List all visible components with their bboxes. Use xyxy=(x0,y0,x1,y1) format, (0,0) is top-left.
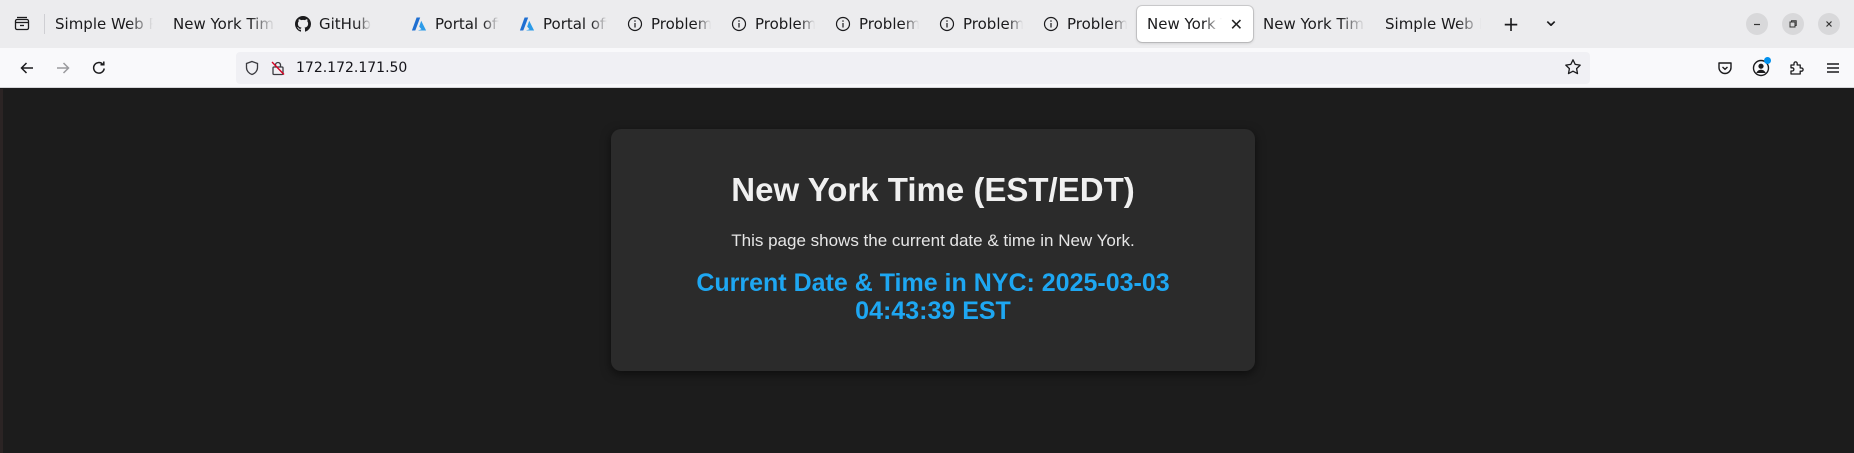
tab-label: Problem loa xyxy=(1067,15,1127,33)
toolbar-actions xyxy=(1712,48,1846,88)
back-button[interactable] xyxy=(12,53,42,83)
azure-icon xyxy=(411,16,427,32)
info-icon xyxy=(731,16,747,32)
time-card: New York Time (EST/EDT) This page shows … xyxy=(611,129,1255,371)
chevron-down-icon: ⌄ xyxy=(1542,7,1560,31)
arrow-left-icon xyxy=(20,61,33,74)
info-icon xyxy=(627,16,643,32)
tab-new-york-time-active[interactable]: New York Tim ✕ xyxy=(1137,6,1253,42)
tab-label: Problem loa xyxy=(859,15,919,33)
tab-problem-loading[interactable]: Problem loa xyxy=(929,6,1033,42)
plus-icon: + xyxy=(1502,12,1520,36)
pocket-icon xyxy=(1718,62,1732,75)
tab-label: Problem loa xyxy=(963,15,1023,33)
forward-button[interactable] xyxy=(48,53,78,83)
tab-problem-loading[interactable]: Problem loa xyxy=(825,6,929,42)
restore-button[interactable] xyxy=(1782,13,1804,35)
restore-icon xyxy=(1789,20,1797,28)
page-title: New York Time (EST/EDT) xyxy=(731,171,1135,208)
navigation-toolbar: 172.172.171.50 xyxy=(0,48,1854,88)
tab-label: Problem loa xyxy=(755,15,815,33)
tab-github[interactable]: GitHub xyxy=(285,6,401,42)
tab-label: Portal offlin xyxy=(435,15,499,33)
list-all-tabs-button[interactable]: ⌄ xyxy=(1531,6,1571,42)
tab-label: Simple Web Pa xyxy=(55,15,153,33)
close-window-button[interactable] xyxy=(1818,13,1840,35)
info-icon xyxy=(939,16,955,32)
current-time-display: Current Date & Time in NYC: 2025-03-03 0… xyxy=(696,269,1170,325)
address-bar[interactable]: 172.172.171.50 xyxy=(236,52,1590,84)
bookmark-star-button[interactable] xyxy=(1564,58,1582,80)
minimize-icon xyxy=(1754,23,1760,26)
tab-new-york-time[interactable]: New York Time xyxy=(1253,6,1375,42)
shield-icon[interactable] xyxy=(244,60,260,76)
tab-problem-loading[interactable]: Problem loa xyxy=(617,6,721,42)
github-icon xyxy=(295,16,311,32)
tab-label: New York Time xyxy=(1263,15,1365,33)
page-description: This page shows the current date & time … xyxy=(731,231,1135,250)
tab-problem-loading[interactable]: Problem loa xyxy=(1033,6,1137,42)
insecure-lock-icon[interactable] xyxy=(270,60,286,76)
tab-problem-loading[interactable]: Problem loa xyxy=(721,6,825,42)
window-controls xyxy=(1746,0,1840,48)
tab-label: Problem loa xyxy=(651,15,711,33)
reload-icon xyxy=(92,61,105,74)
close-tab-icon[interactable]: ✕ xyxy=(1230,15,1243,34)
close-icon xyxy=(1826,21,1832,27)
pocket-button[interactable] xyxy=(1712,55,1738,81)
tab-simple-web-page[interactable]: Simple Web Pa xyxy=(45,6,163,42)
notification-dot xyxy=(1764,57,1771,64)
extensions-button[interactable] xyxy=(1784,55,1810,81)
url-text[interactable]: 172.172.171.50 xyxy=(296,60,407,76)
tab-label: Simple Web Pa xyxy=(1385,15,1481,33)
tab-bar: Simple Web Pa New York Time GitHub Porta… xyxy=(0,0,1854,48)
new-tab-button[interactable]: + xyxy=(1491,6,1531,42)
menu-button[interactable] xyxy=(1820,55,1846,81)
puzzle-icon xyxy=(1790,61,1804,75)
tab-label: GitHub xyxy=(319,15,371,33)
azure-icon xyxy=(519,16,535,32)
tab-overview-button[interactable] xyxy=(0,0,44,48)
tab-label: Portal offlin xyxy=(543,15,607,33)
arrow-right-icon xyxy=(57,61,70,74)
tab-strip: Simple Web Pa New York Time GitHub Porta… xyxy=(45,0,1571,48)
tab-overview-icon xyxy=(14,16,30,31)
minimize-button[interactable] xyxy=(1746,13,1768,35)
page-viewport: New York Time (EST/EDT) This page shows … xyxy=(0,89,1854,453)
tab-simple-web-page[interactable]: Simple Web Pa xyxy=(1375,6,1491,42)
tab-portal-offline[interactable]: Portal offlin xyxy=(401,6,509,42)
info-icon xyxy=(835,16,851,32)
tab-label: New York Tim xyxy=(1147,15,1222,33)
info-icon xyxy=(1043,16,1059,32)
tab-new-york-time[interactable]: New York Time xyxy=(163,6,285,42)
account-button[interactable] xyxy=(1748,55,1774,81)
tab-portal-offline[interactable]: Portal offlin xyxy=(509,6,617,42)
tab-label: New York Time xyxy=(173,15,275,33)
star-icon xyxy=(1565,59,1581,75)
hamburger-menu-icon xyxy=(1827,63,1839,73)
reload-button[interactable] xyxy=(84,53,114,83)
